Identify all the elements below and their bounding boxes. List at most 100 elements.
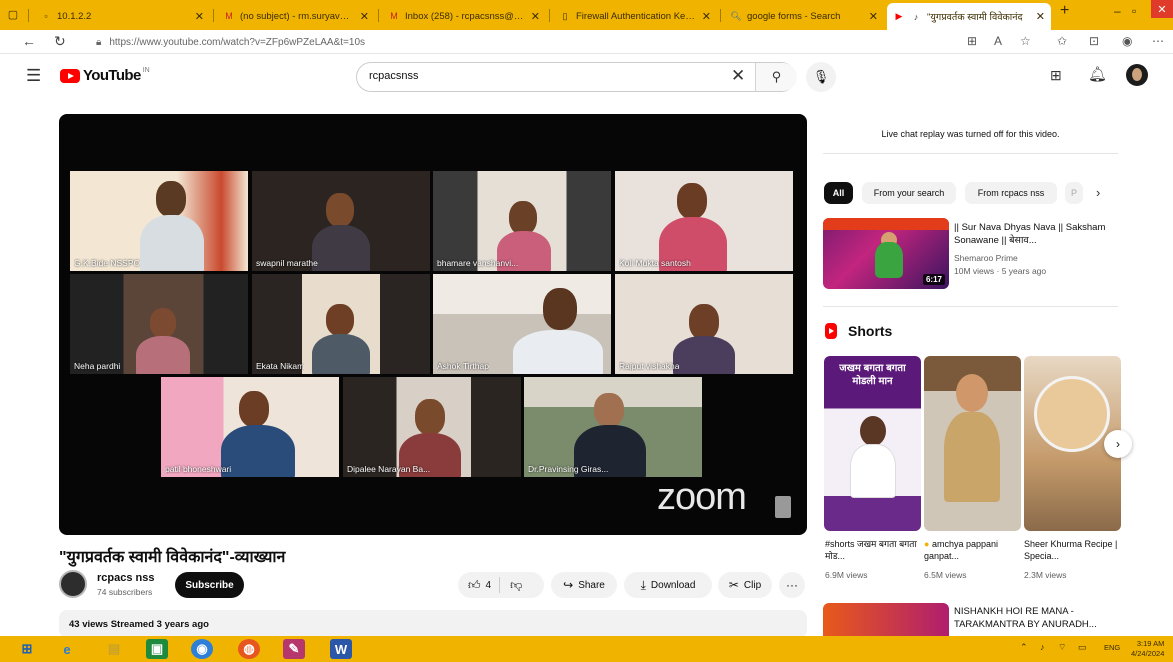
subscribe-button[interactable]: Subscribe [175,572,244,598]
short-title[interactable]: ● amchya pappani ganpat... [924,538,1021,562]
tray-chevron-icon[interactable]: ⌃ [1020,642,1028,653]
close-tab-icon[interactable]: ✕ [702,10,711,23]
live-dot-icon: ● [924,539,930,549]
address-field[interactable]: 🔒︎ https://www.youtube.com/watch?v=ZFp6w… [96,34,956,50]
close-tab-icon[interactable]: ✕ [1036,10,1045,23]
url-text[interactable]: https://www.youtube.com/watch?v=ZFp6wPZe… [109,37,365,48]
download-button[interactable]: ⤓ Download [624,572,712,598]
clock[interactable]: 3:19 AM 4/24/2024 [1131,639,1164,659]
close-tab-icon[interactable]: ✕ [195,10,204,23]
audio-playing-icon[interactable]: ♪ [910,11,922,23]
dislike-button[interactable]: 👎︎ [500,572,532,598]
browser-tab-strip: ▢ ▫ 10.1.2.2 ✕ M (no subject) - rm.surya… [0,0,1173,30]
short-title[interactable]: Sheer Khurma Recipe | Specia... [1024,538,1121,562]
video-player[interactable]: G.K.Bide NSSPO swapnil marathe bhamare v… [59,114,807,535]
user-avatar[interactable] [1126,64,1148,86]
close-tab-icon[interactable]: ✕ [360,10,369,23]
short-thumbnail[interactable]: जखम बगता बगता मोडली मान [824,356,921,531]
favorites-icon[interactable]: ✩ [1057,34,1067,48]
participant-tile: G.K.Bide NSSPO [70,171,248,271]
chip-all[interactable]: All [824,182,853,204]
short-title-text: amchya pappani ganpat... [924,539,998,561]
app-available-icon[interactable]: ⊞ [967,34,977,48]
like-count: 4 [485,579,492,591]
address-bar-row: ← ↻ 🔒︎ https://www.youtube.com/watch?v=Z… [0,30,1173,54]
participant-name: Koli Mukta santosh [619,258,691,268]
favorite-star-icon[interactable]: ☆ [1020,34,1031,48]
channel-watermark[interactable] [775,496,791,518]
file-explorer-icon[interactable]: ▤ [103,639,125,659]
youtube-logo[interactable]: YouTube IN [60,67,150,84]
shorts-heading: Shorts [848,323,893,339]
notifications-bell-icon[interactable]: 🔔︎ [1088,65,1107,83]
lock-icon[interactable]: 🔒︎ [96,37,101,48]
browser-tab-1[interactable]: ▫ 10.1.2.2 ✕ [34,4,210,28]
browser-tab-3[interactable]: M Inbox (258) - rcpacsnss@gmail ✕ [382,4,546,28]
channel-name[interactable]: rcpacs nss [97,572,154,584]
read-aloud-icon[interactable]: A [994,34,1002,48]
paint-icon[interactable]: ✎ [283,639,305,659]
minimize-icon[interactable]: – [1114,4,1121,18]
search-box: ✕ ⚲ [356,62,797,92]
hamburger-menu-icon[interactable]: ☰ [26,66,41,86]
settings-more-icon[interactable]: ⋯ [1152,34,1164,48]
description-box[interactable]: 43 views Streamed 3 years ago [59,610,807,638]
recommended-video-thumbnail[interactable]: 6:17 [823,218,949,289]
firefox-icon[interactable]: ◍ [238,639,260,659]
chip-from-your-search[interactable]: From your search [862,182,956,204]
participant-tile: Ashok Tirthap [433,274,611,374]
voice-search-button[interactable]: 🎙︎ [806,62,836,92]
scissors-icon: ✂ [728,578,739,592]
network-icon[interactable]: ⌔ [1058,642,1066,653]
close-tab-icon[interactable]: ✕ [531,10,540,23]
short-thumbnail[interactable] [924,356,1021,531]
participant-name: Ekata Nikam [256,361,305,371]
close-tab-icon[interactable]: ✕ [869,10,878,23]
channel-avatar[interactable] [59,570,87,598]
maximize-icon[interactable]: ▫ [1132,4,1136,18]
more-actions-button[interactable]: ··· [779,572,805,598]
thumbnail-figure [944,412,1000,502]
clip-button[interactable]: ✂ Clip [718,572,772,598]
recommended-video-thumbnail[interactable] [823,603,949,639]
back-icon[interactable]: ← [22,33,36,49]
browser-tab-4[interactable]: ▯ Firewall Authentication Keep ✕ [553,4,717,28]
window-menu-icon[interactable]: ▢ [6,7,20,21]
create-video-icon[interactable]: ⊞ [1050,67,1062,84]
recommended-video-title[interactable]: NISHANKH HOI RE MANA - TARAKMANTRA BY AN… [954,605,1114,631]
clear-search-icon[interactable]: ✕ [731,66,745,86]
short-title[interactable]: #shorts जखम बगता बगता मोड... [825,538,922,562]
browser-tab-5[interactable]: 🔍︎ google forms - Search ✕ [724,4,884,28]
like-button[interactable]: 👍︎ 4 [458,572,499,598]
chrome-icon[interactable]: ◉ [191,639,213,659]
collections-icon[interactable]: ⊡ [1089,34,1099,48]
tab-title: "युगप्रवर्तक स्वामी विवेकानंद [927,12,1023,23]
store-icon[interactable]: ▣ [146,639,168,659]
active-speaker-tile: Dr.Pravinsing Giras... [524,377,702,477]
word-icon[interactable]: W [330,639,352,659]
language-indicator[interactable]: ENG [1104,643,1120,652]
share-button[interactable]: ↪ Share [551,572,617,598]
edge-icon[interactable]: e [56,639,78,659]
share-label: Share [578,579,605,591]
profile-icon[interactable]: ◉ [1122,34,1132,48]
new-tab-button[interactable]: + [1060,2,1069,20]
search-input[interactable] [369,70,729,82]
page-icon: ▫ [44,11,48,21]
chip-from-channel[interactable]: From rcpacs nss [965,182,1057,204]
thumbs-up-icon: 👍︎ [468,577,481,592]
shorts-next-button[interactable]: › [1104,430,1132,458]
battery-icon[interactable]: ▭ [1078,642,1087,653]
recommended-video-channel[interactable]: Shemaroo Prime [954,253,1018,263]
browser-tab-active[interactable]: ▶ ♪ "युगप्रवर्तक स्वामी विवेकानंद ✕ [887,3,1051,30]
chip-partial[interactable]: P [1065,182,1083,204]
recommended-video-title[interactable]: || Sur Nava Dhyas Nava || Saksham Sonawa… [954,221,1114,247]
windows-start-icon[interactable]: ⊞ [16,639,38,659]
browser-tab-2[interactable]: M (no subject) - rm.suryavanshi ✕ [217,4,375,28]
close-window-icon[interactable]: ✕ [1151,0,1173,18]
refresh-icon[interactable]: ↻ [54,33,66,50]
search-button[interactable]: ⚲ [755,63,797,91]
volume-icon[interactable]: ♪ [1040,642,1045,652]
tab-title: 10.1.2.2 [57,10,92,22]
chevron-right-icon[interactable]: › [1096,185,1100,200]
